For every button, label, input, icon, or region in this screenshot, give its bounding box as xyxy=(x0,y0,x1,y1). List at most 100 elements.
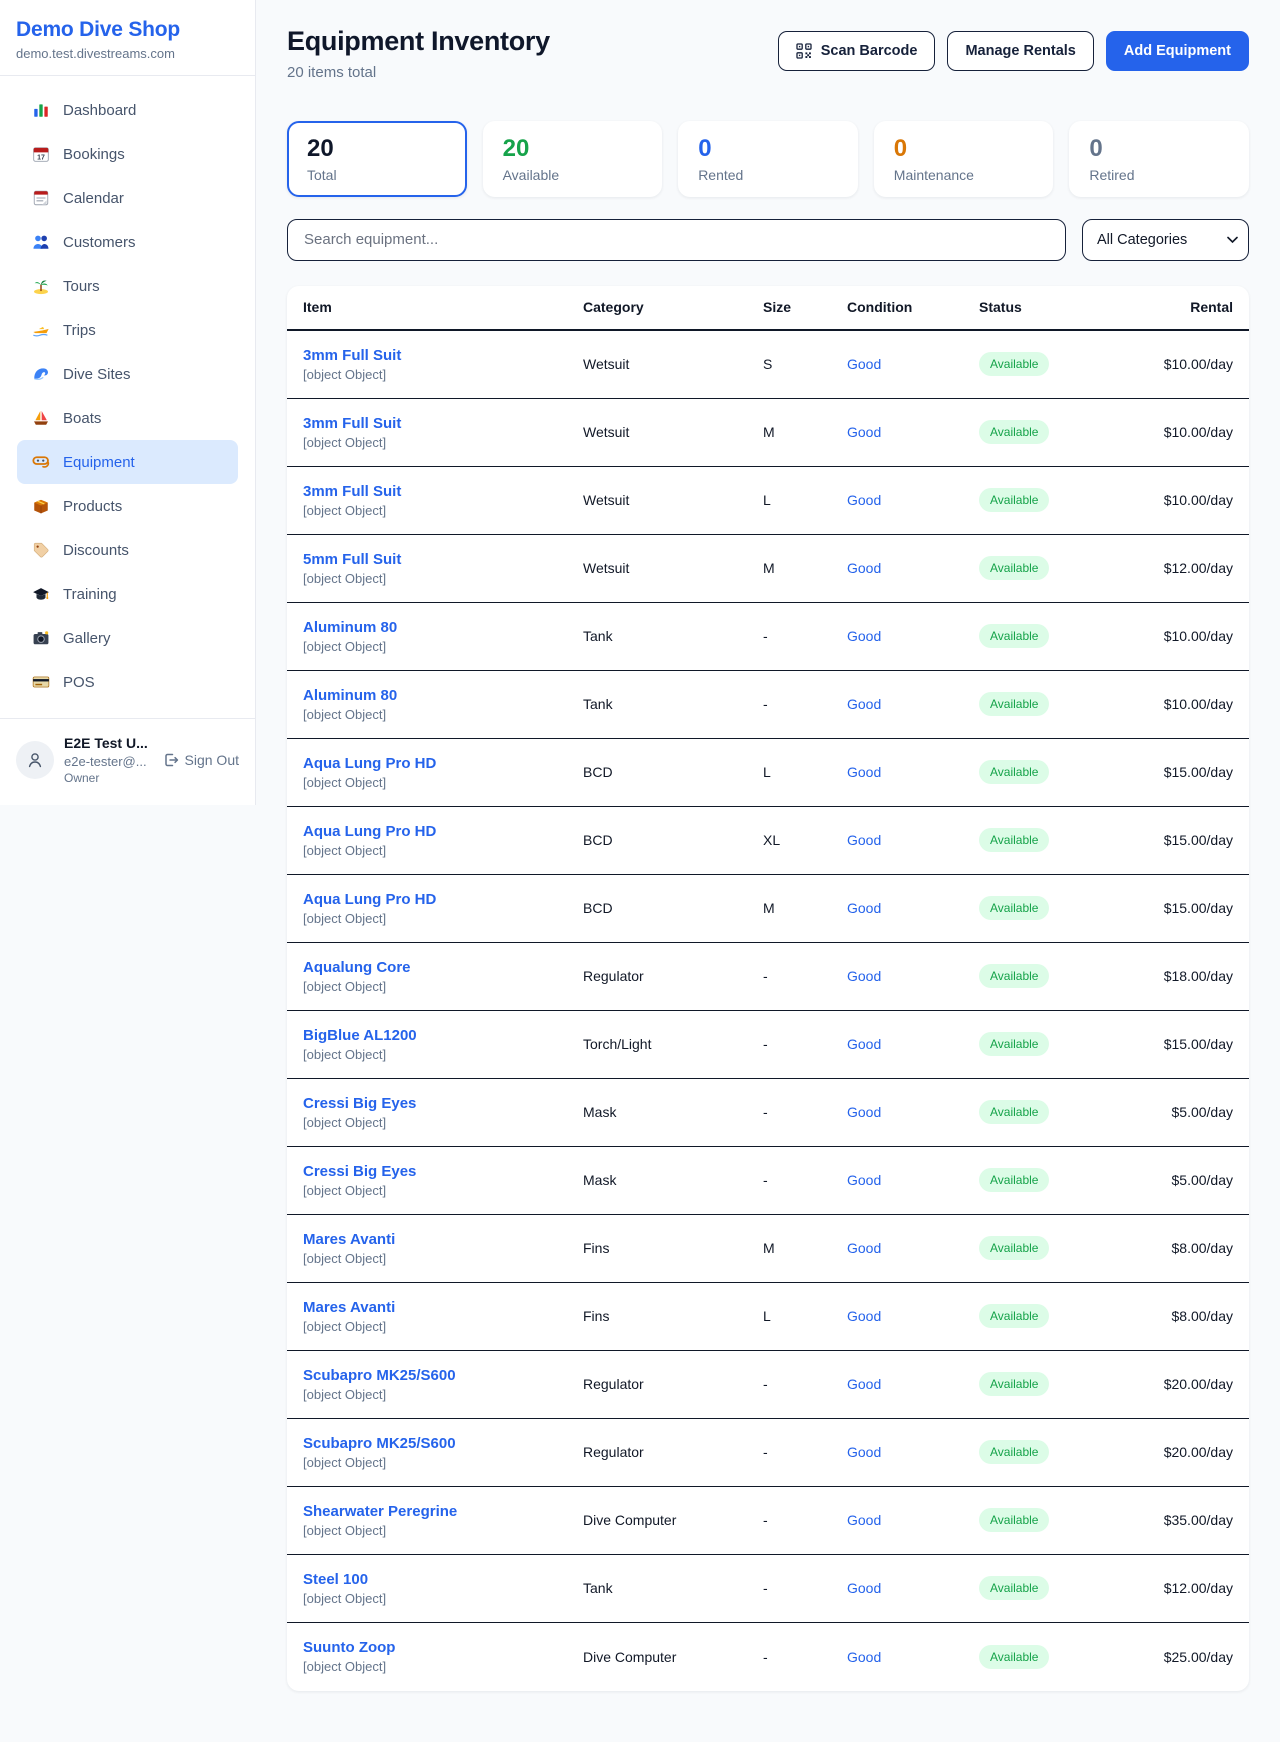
sidebar-item-calendar[interactable]: Calendar xyxy=(17,176,238,220)
sidebar-item-pos[interactable]: POS xyxy=(17,660,238,704)
item-name-link[interactable]: Aqua Lung Pro HD xyxy=(303,755,436,772)
status-badge: Available xyxy=(979,352,1049,376)
sidebar: Demo Dive Shop demo.test.divestreams.com… xyxy=(0,0,256,805)
sidebar-item-dive-sites[interactable]: Dive Sites xyxy=(17,352,238,396)
item-category: Tank xyxy=(583,628,763,644)
item-condition-link[interactable]: Good xyxy=(847,1308,881,1324)
stat-card-rented[interactable]: 0 Rented xyxy=(678,121,858,197)
sidebar-item-bookings[interactable]: 17 Bookings xyxy=(17,132,238,176)
item-category: BCD xyxy=(583,900,763,916)
item-name-link[interactable]: 3mm Full Suit xyxy=(303,415,401,432)
status-badge: Available xyxy=(979,1032,1049,1056)
stat-card-total[interactable]: 20 Total xyxy=(287,121,467,197)
item-status-cell: Available xyxy=(979,692,1129,716)
item-condition-link[interactable]: Good xyxy=(847,1444,881,1460)
item-size: L xyxy=(763,764,847,780)
item-brand: [object Object] xyxy=(303,1387,583,1402)
item-condition-cell: Good xyxy=(847,628,979,644)
sidebar-item-products[interactable]: Products xyxy=(17,484,238,528)
item-name-link[interactable]: Suunto Zoop xyxy=(303,1639,395,1656)
item-condition-link[interactable]: Good xyxy=(847,696,881,712)
item-name-link[interactable]: Scubapro MK25/S600 xyxy=(303,1367,456,1384)
item-condition-link[interactable]: Good xyxy=(847,1172,881,1188)
item-category: Fins xyxy=(583,1308,763,1324)
stat-card-maintenance[interactable]: 0 Maintenance xyxy=(874,121,1054,197)
item-name-link[interactable]: Mares Avanti xyxy=(303,1231,395,1248)
item-condition-link[interactable]: Good xyxy=(847,628,881,644)
item-condition-link[interactable]: Good xyxy=(847,1376,881,1392)
item-name-link[interactable]: Shearwater Peregrine xyxy=(303,1503,457,1520)
item-condition-link[interactable]: Good xyxy=(847,1580,881,1596)
item-cell: 3mm Full Suit [object Object] xyxy=(303,347,583,382)
user-email: e2e-tester@... xyxy=(64,753,153,771)
item-size: L xyxy=(763,1308,847,1324)
stat-label: Available xyxy=(503,167,643,183)
item-condition-link[interactable]: Good xyxy=(847,968,881,984)
item-condition-link[interactable]: Good xyxy=(847,832,881,848)
item-condition-link[interactable]: Good xyxy=(847,1240,881,1256)
item-brand: [object Object] xyxy=(303,911,583,926)
item-rental: $35.00/day xyxy=(1129,1512,1233,1528)
item-name-link[interactable]: Aqua Lung Pro HD xyxy=(303,823,436,840)
item-name-link[interactable]: Mares Avanti xyxy=(303,1299,395,1316)
item-status-cell: Available xyxy=(979,1032,1129,1056)
stat-card-available[interactable]: 20 Available xyxy=(483,121,663,197)
item-name-link[interactable]: 3mm Full Suit xyxy=(303,483,401,500)
table-row: Cressi Big Eyes [object Object] Mask - G… xyxy=(287,1147,1249,1215)
stat-value: 0 xyxy=(698,135,838,163)
status-badge: Available xyxy=(979,1100,1049,1124)
item-condition-link[interactable]: Good xyxy=(847,1512,881,1528)
scan-barcode-button[interactable]: Scan Barcode xyxy=(778,31,936,71)
item-status-cell: Available xyxy=(979,1304,1129,1328)
sidebar-item-gallery[interactable]: Gallery xyxy=(17,616,238,660)
sign-out-icon xyxy=(163,752,179,768)
sidebar-item-discounts[interactable]: Discounts xyxy=(17,528,238,572)
item-rental: $15.00/day xyxy=(1129,900,1233,916)
item-status-cell: Available xyxy=(979,1576,1129,1600)
sidebar-item-customers[interactable]: Customers xyxy=(17,220,238,264)
item-condition-link[interactable]: Good xyxy=(847,560,881,576)
add-equipment-button[interactable]: Add Equipment xyxy=(1106,31,1249,71)
item-rental: $12.00/day xyxy=(1129,1580,1233,1596)
item-size: - xyxy=(763,1649,847,1665)
item-name-link[interactable]: Aluminum 80 xyxy=(303,687,397,704)
item-brand: [object Object] xyxy=(303,571,583,586)
item-condition-link[interactable]: Good xyxy=(847,900,881,916)
item-category: Wetsuit xyxy=(583,560,763,576)
item-name-link[interactable]: Steel 100 xyxy=(303,1571,368,1588)
sidebar-item-boats[interactable]: Boats xyxy=(17,396,238,440)
sidebar-item-dashboard[interactable]: Dashboard xyxy=(17,88,238,132)
manage-rentals-button[interactable]: Manage Rentals xyxy=(947,31,1093,71)
item-name-link[interactable]: Aqualung Core xyxy=(303,959,411,976)
item-name-link[interactable]: Cressi Big Eyes xyxy=(303,1095,416,1112)
item-condition-link[interactable]: Good xyxy=(847,1649,881,1665)
sign-out-button[interactable]: Sign Out xyxy=(163,752,239,768)
search-input[interactable] xyxy=(287,219,1066,261)
user-name: E2E Test U... xyxy=(64,734,153,753)
item-status-cell: Available xyxy=(979,624,1129,648)
category-select[interactable]: All Categories xyxy=(1082,219,1249,261)
item-name-link[interactable]: Aluminum 80 xyxy=(303,619,397,636)
item-name-link[interactable]: Aqua Lung Pro HD xyxy=(303,891,436,908)
item-name-link[interactable]: BigBlue AL1200 xyxy=(303,1027,417,1044)
item-condition-link[interactable]: Good xyxy=(847,764,881,780)
item-name-link[interactable]: 3mm Full Suit xyxy=(303,347,401,364)
item-name-link[interactable]: Scubapro MK25/S600 xyxy=(303,1435,456,1452)
item-condition-link[interactable]: Good xyxy=(847,424,881,440)
item-brand: [object Object] xyxy=(303,1183,583,1198)
item-rental: $8.00/day xyxy=(1129,1308,1233,1324)
item-size: - xyxy=(763,1172,847,1188)
item-condition-link[interactable]: Good xyxy=(847,356,881,372)
item-name-link[interactable]: 5mm Full Suit xyxy=(303,551,401,568)
sidebar-item-equipment[interactable]: Equipment xyxy=(17,440,238,484)
item-condition-link[interactable]: Good xyxy=(847,1104,881,1120)
item-brand: [object Object] xyxy=(303,1659,583,1674)
item-name-link[interactable]: Cressi Big Eyes xyxy=(303,1163,416,1180)
item-rental: $20.00/day xyxy=(1129,1376,1233,1392)
sidebar-item-training[interactable]: Training xyxy=(17,572,238,616)
item-condition-link[interactable]: Good xyxy=(847,492,881,508)
item-condition-link[interactable]: Good xyxy=(847,1036,881,1052)
sidebar-item-tours[interactable]: Tours xyxy=(17,264,238,308)
sidebar-item-trips[interactable]: Trips xyxy=(17,308,238,352)
stat-card-retired[interactable]: 0 Retired xyxy=(1069,121,1249,197)
